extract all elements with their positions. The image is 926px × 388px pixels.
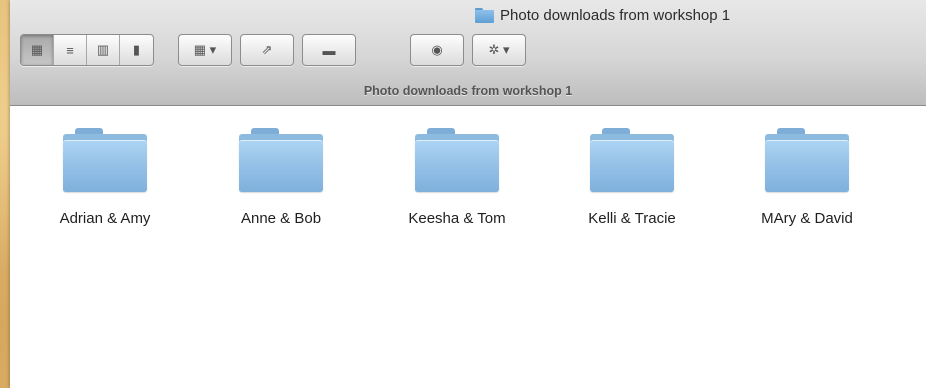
tag-button-group: ▬ <box>302 34 356 66</box>
path-status-title: Photo downloads from workshop 1 <box>363 84 573 98</box>
edit-tags-button[interactable]: ▬ <box>303 35 355 65</box>
list-icon: ≡ <box>66 42 74 58</box>
folder-item[interactable]: Adrian & Amy <box>30 128 180 227</box>
coverflow-icon: ▮ <box>132 42 141 57</box>
list-view-button[interactable]: ≡ <box>54 35 87 65</box>
quick-look-button[interactable]: ◉ <box>411 35 463 65</box>
view-mode-control: ▦ ≡ ▥ ▮ <box>20 34 154 66</box>
folder-icon <box>415 128 499 192</box>
folder-icon <box>590 128 674 192</box>
window-title-text: Photo downloads from workshop 1 <box>500 7 731 24</box>
toolbar: ▦ ≡ ▥ ▮ ▦ ▾ ⇗ ▬ ◉ ✲ ▾ <box>10 34 926 66</box>
finder-window: Photo downloads from workshop 1 ▦ ≡ ▥ ▮ <box>10 0 926 388</box>
quicklook-button-group: ◉ <box>410 34 464 66</box>
folder-label: Adrian & Amy <box>59 210 151 227</box>
folder-item[interactable]: Anne & Bob <box>206 128 356 227</box>
share-button[interactable]: ⇗ <box>241 35 293 65</box>
column-view-button[interactable]: ▥ <box>87 35 120 65</box>
folder-item[interactable]: MAry & David <box>732 128 882 227</box>
folder-label: Kelli & Tracie <box>588 210 676 227</box>
share-button-group: ⇗ <box>240 34 294 66</box>
eye-icon: ◉ <box>431 42 443 57</box>
folder-label: Anne & Bob <box>240 210 322 227</box>
folder-item[interactable]: Kelli & Tracie <box>557 128 707 227</box>
share-icon: ⇗ <box>261 42 273 57</box>
folder-icon <box>765 128 849 192</box>
columns-icon: ▥ <box>96 42 110 57</box>
window-title: Photo downloads from workshop 1 <box>475 7 730 24</box>
coverflow-view-button[interactable]: ▮ <box>120 35 153 65</box>
folder-label: MAry & David <box>761 210 853 227</box>
folder-item[interactable]: Keesha & Tom <box>382 128 532 227</box>
tag-icon: ▬ <box>322 42 336 58</box>
folder-content-area: Adrian & Amy Anne & Bob Keesha & Tom Kel… <box>10 106 926 388</box>
arrange-button[interactable]: ▦ ▾ <box>179 35 231 65</box>
window-titlebar: Photo downloads from workshop 1 ▦ ≡ ▥ ▮ <box>10 0 926 106</box>
arrange-icon: ▦ ▾ <box>193 42 217 57</box>
arrange-button-group: ▦ ▾ <box>178 34 232 66</box>
folder-icon <box>239 128 323 192</box>
folder-label: Keesha & Tom <box>408 210 506 227</box>
action-button-group: ✲ ▾ <box>472 34 526 66</box>
folder-icon <box>475 8 494 23</box>
grid-icon: ▦ <box>30 42 44 57</box>
icon-view-button[interactable]: ▦ <box>21 35 54 65</box>
gear-icon: ✲ ▾ <box>488 42 510 57</box>
folder-icon <box>63 128 147 192</box>
action-menu-button[interactable]: ✲ ▾ <box>473 35 525 65</box>
